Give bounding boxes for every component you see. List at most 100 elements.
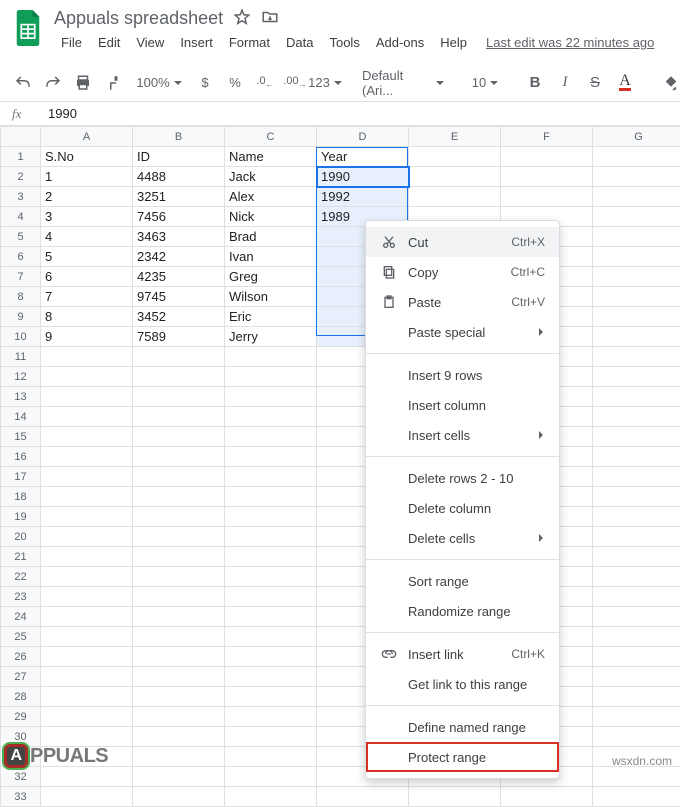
cell[interactable] — [41, 507, 133, 527]
row-header[interactable]: 5 — [1, 227, 41, 247]
cell[interactable]: Alex — [225, 187, 317, 207]
cell[interactable] — [225, 607, 317, 627]
cell[interactable] — [593, 207, 680, 227]
row-header[interactable]: 3 — [1, 187, 41, 207]
cell[interactable]: Jack — [225, 167, 317, 187]
cell[interactable] — [41, 587, 133, 607]
cell[interactable] — [593, 547, 680, 567]
col-header-D[interactable]: D — [317, 127, 409, 147]
cell[interactable] — [593, 567, 680, 587]
format-percent-button[interactable]: % — [222, 70, 248, 96]
cell[interactable]: Year — [317, 147, 409, 167]
row-header[interactable]: 28 — [1, 687, 41, 707]
bold-button[interactable]: B — [522, 70, 548, 96]
cell[interactable] — [593, 387, 680, 407]
cell[interactable] — [225, 347, 317, 367]
cell[interactable] — [225, 587, 317, 607]
format-currency-button[interactable]: $ — [192, 70, 218, 96]
cell[interactable] — [593, 147, 680, 167]
cell[interactable] — [593, 287, 680, 307]
ctx-delete-column[interactable]: Delete column — [366, 493, 559, 523]
cell[interactable] — [133, 767, 225, 787]
cell[interactable]: Name — [225, 147, 317, 167]
cell[interactable] — [133, 367, 225, 387]
cell[interactable] — [133, 587, 225, 607]
cell[interactable] — [593, 667, 680, 687]
ctx-insert-column[interactable]: Insert column — [366, 390, 559, 420]
menu-data[interactable]: Data — [279, 31, 320, 54]
ctx-define-named-range[interactable]: Define named range — [366, 712, 559, 742]
cell[interactable] — [409, 167, 501, 187]
cell[interactable] — [225, 627, 317, 647]
cell[interactable] — [593, 367, 680, 387]
cell[interactable] — [593, 627, 680, 647]
cell[interactable] — [225, 687, 317, 707]
cell[interactable] — [225, 787, 317, 807]
cell[interactable]: 3 — [41, 207, 133, 227]
sheets-app-icon[interactable] — [8, 8, 48, 48]
cell[interactable] — [593, 227, 680, 247]
cell[interactable] — [501, 147, 593, 167]
spreadsheet-grid[interactable]: A B C D E F G 1S.NoIDNameYear214488Jack1… — [0, 126, 680, 807]
cell[interactable] — [225, 487, 317, 507]
cell[interactable] — [593, 347, 680, 367]
row-header[interactable]: 13 — [1, 387, 41, 407]
cell[interactable] — [41, 767, 133, 787]
last-edit-link[interactable]: Last edit was 22 minutes ago — [486, 35, 654, 50]
cell[interactable] — [225, 547, 317, 567]
cell[interactable] — [593, 507, 680, 527]
cell[interactable] — [133, 627, 225, 647]
cell[interactable] — [133, 547, 225, 567]
cell[interactable] — [501, 167, 593, 187]
cell[interactable]: 8 — [41, 307, 133, 327]
row-header[interactable]: 33 — [1, 787, 41, 807]
cell[interactable]: Greg — [225, 267, 317, 287]
row-header[interactable]: 23 — [1, 587, 41, 607]
col-header-A[interactable]: A — [41, 127, 133, 147]
cell[interactable] — [593, 787, 680, 807]
font-size-dropdown[interactable]: 10 — [468, 70, 502, 96]
cell[interactable] — [225, 427, 317, 447]
cell[interactable] — [133, 487, 225, 507]
redo-button[interactable] — [40, 70, 66, 96]
row-header[interactable]: 1 — [1, 147, 41, 167]
cell[interactable] — [133, 747, 225, 767]
cell[interactable] — [225, 507, 317, 527]
cell[interactable] — [593, 767, 680, 787]
ctx-cut[interactable]: Cut Ctrl+X — [366, 227, 559, 257]
cell[interactable] — [501, 187, 593, 207]
cell[interactable]: 3463 — [133, 227, 225, 247]
row-header[interactable]: 19 — [1, 507, 41, 527]
cell[interactable]: Nick — [225, 207, 317, 227]
cell[interactable] — [41, 667, 133, 687]
cell[interactable] — [41, 567, 133, 587]
star-icon[interactable] — [233, 8, 251, 29]
cell[interactable] — [41, 427, 133, 447]
cell[interactable] — [593, 707, 680, 727]
cell[interactable] — [593, 327, 680, 347]
cell[interactable] — [593, 187, 680, 207]
cell[interactable] — [501, 787, 593, 807]
menu-tools[interactable]: Tools — [322, 31, 366, 54]
row-header[interactable]: 25 — [1, 627, 41, 647]
cell[interactable]: 5 — [41, 247, 133, 267]
strikethrough-button[interactable]: S — [582, 70, 608, 96]
row-header[interactable]: 12 — [1, 367, 41, 387]
menu-view[interactable]: View — [129, 31, 171, 54]
cell[interactable] — [593, 467, 680, 487]
ctx-sort-range[interactable]: Sort range — [366, 566, 559, 596]
ctx-delete-rows[interactable]: Delete rows 2 - 10 — [366, 463, 559, 493]
ctx-insert-rows[interactable]: Insert 9 rows — [366, 360, 559, 390]
row-header[interactable]: 29 — [1, 707, 41, 727]
cell[interactable] — [133, 727, 225, 747]
cell[interactable]: Brad — [225, 227, 317, 247]
zoom-dropdown[interactable]: 100% — [146, 70, 172, 96]
cell[interactable] — [133, 707, 225, 727]
cell[interactable] — [41, 487, 133, 507]
select-all-cell[interactable] — [1, 127, 41, 147]
cell[interactable]: Wilson — [225, 287, 317, 307]
row-header[interactable]: 24 — [1, 607, 41, 627]
cell[interactable] — [41, 467, 133, 487]
row-header[interactable]: 20 — [1, 527, 41, 547]
cell[interactable] — [133, 347, 225, 367]
